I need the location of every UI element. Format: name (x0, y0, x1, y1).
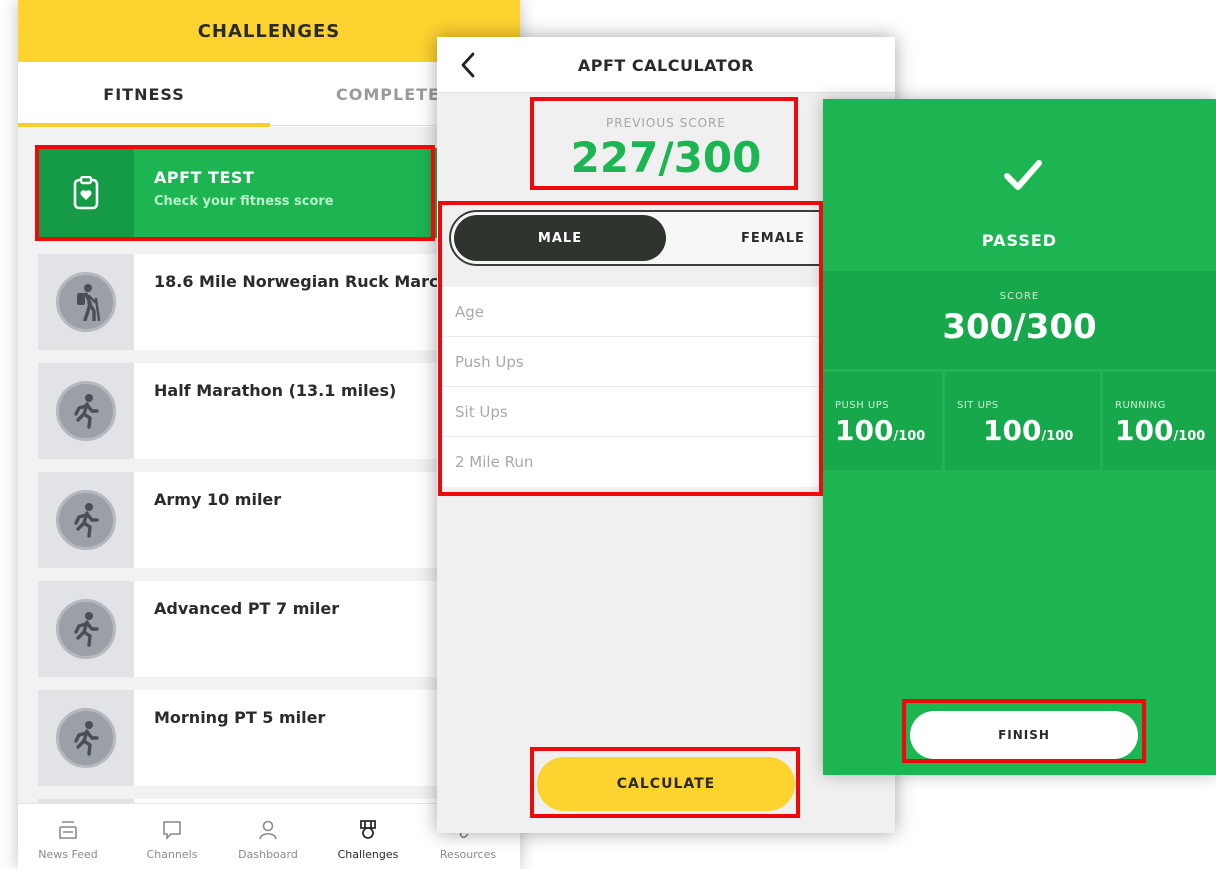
runner-icon (56, 381, 116, 441)
runner-icon (56, 599, 116, 659)
running-max: /100 (1173, 429, 1206, 444)
challenge-title: Advanced PT 7 miler (154, 599, 340, 618)
nav-news-feed[interactable]: News Feed (18, 804, 118, 869)
sit-ups-score: SIT UPS 100/100 (945, 372, 1100, 470)
score-breakdown: PUSH UPS 100/100 SIT UPS 100/100 RUNNING… (823, 372, 1216, 470)
nav-dashboard[interactable]: Dashboard (218, 804, 318, 869)
highlight-finish-button (902, 699, 1146, 763)
sit-ups-value: 100/100 (983, 414, 1073, 447)
highlight-calculate-button (530, 747, 800, 818)
challenge-icon-box (38, 472, 134, 568)
page-title: APFT CALCULATOR (577, 55, 755, 75)
nav-label: News Feed (38, 848, 98, 861)
highlight-previous-score (530, 97, 798, 190)
nav-label: Challenges (337, 848, 399, 861)
sit-ups-points: 100 (983, 414, 1042, 447)
score-label: SCORE (999, 291, 1040, 302)
challenge-title: Morning PT 5 miler (154, 708, 326, 727)
channels-icon (163, 821, 181, 840)
nav-challenges[interactable]: Challenges (318, 804, 418, 869)
challenge-title: 18.6 Mile Norwegian Ruck March (154, 272, 450, 291)
hiker-icon (56, 272, 116, 332)
sit-ups-max: /100 (1041, 429, 1074, 444)
news-feed-icon (59, 821, 77, 839)
page-title: CHALLENGES (197, 20, 341, 42)
tab-fitness[interactable]: FITNESS (18, 62, 270, 127)
dashboard-icon (259, 820, 277, 840)
push-ups-value: 100/100 (835, 414, 925, 447)
calculator-header: APFT CALCULATOR (437, 37, 895, 93)
push-ups-points: 100 (835, 414, 894, 447)
tab-fitness-label: FITNESS (103, 84, 185, 104)
runner-icon (56, 708, 116, 768)
highlight-input-form (438, 201, 823, 496)
nav-label: Channels (146, 848, 198, 861)
challenge-title: Army 10 miler (154, 490, 282, 509)
running-points: 100 (1115, 414, 1174, 447)
running-label: RUNNING (1115, 400, 1166, 411)
sit-ups-label: SIT UPS (957, 400, 999, 411)
nav-channels[interactable]: Channels (122, 804, 222, 869)
result-screen: PASSED SCORE 300/300 PUSH UPS 100/100 SI… (823, 99, 1216, 775)
challenge-icon-box (38, 254, 134, 350)
checkmark-icon (1004, 160, 1042, 190)
tab-completed-label: COMPLETE (336, 84, 440, 104)
challenge-title: Half Marathon (13.1 miles) (154, 381, 397, 400)
challenge-icon-box (38, 690, 134, 786)
running-value: 100/100 (1115, 414, 1205, 447)
push-ups-score: PUSH UPS 100/100 (823, 372, 942, 470)
running-score: RUNNING 100/100 (1103, 372, 1216, 470)
challenge-icon-box (38, 363, 134, 459)
push-ups-max: /100 (893, 429, 926, 444)
highlight-apft-test (35, 145, 435, 241)
back-arrow-icon[interactable] (457, 51, 481, 79)
result-status: PASSED (981, 231, 1058, 250)
push-ups-label: PUSH UPS (835, 400, 890, 411)
challenges-icon (360, 820, 376, 839)
nav-label: Dashboard (238, 848, 298, 861)
challenge-icon-box (38, 581, 134, 677)
score-value: 300/300 (942, 307, 1097, 347)
nav-label: Resources (439, 848, 497, 861)
total-score-panel: SCORE 300/300 (823, 271, 1216, 369)
runner-icon (56, 490, 116, 550)
